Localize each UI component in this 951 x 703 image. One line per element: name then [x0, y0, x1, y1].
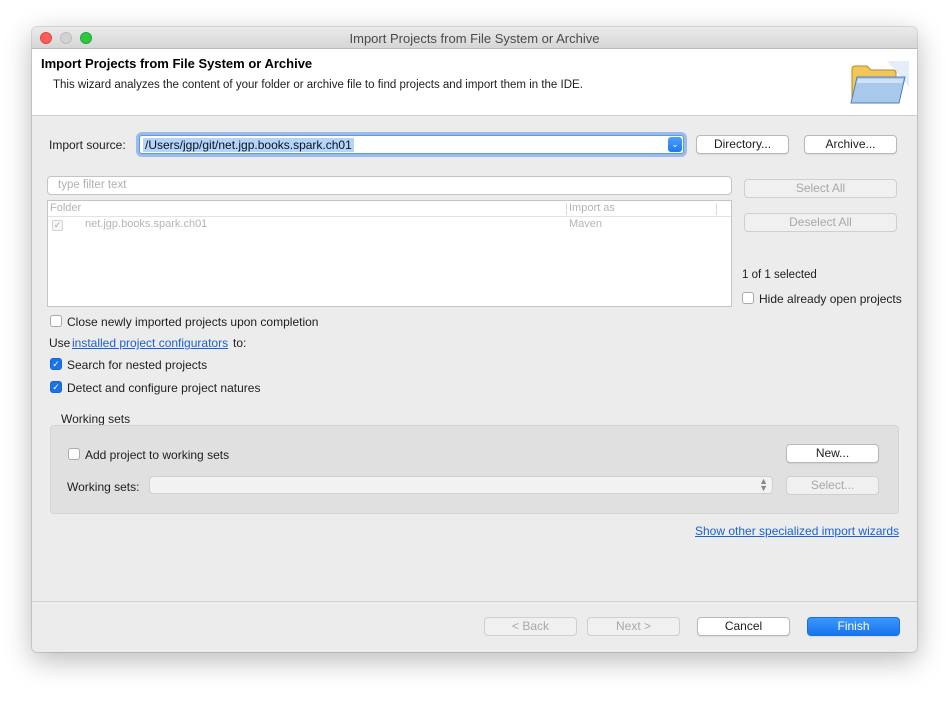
wizard-title: Import Projects from File System or Arch… [41, 56, 313, 71]
projects-table: Folder Import as ✓ net.jgp.books.spark.c… [47, 200, 732, 307]
title-bar: Import Projects from File System or Arch… [32, 27, 917, 49]
configurators-link[interactable]: installed project configurators [72, 336, 228, 350]
to-label: to: [233, 336, 247, 350]
table-header: Folder Import as [48, 201, 731, 217]
new-working-set-button[interactable]: New... [786, 444, 879, 463]
cancel-button[interactable]: Cancel [697, 617, 790, 636]
select-all-button[interactable]: Select All [744, 179, 897, 198]
next-button[interactable]: Next > [587, 617, 680, 636]
finish-button[interactable]: Finish [807, 617, 900, 636]
row-import-as: Maven [569, 218, 603, 230]
select-working-sets-button[interactable]: Select... [786, 476, 879, 495]
search-nested-label[interactable]: Search for nested projects [67, 358, 207, 372]
row-checkbox[interactable]: ✓ [52, 220, 63, 231]
hide-open-projects-label[interactable]: Hide already open projects [759, 292, 902, 306]
close-imported-label[interactable]: Close newly imported projects upon compl… [67, 315, 318, 329]
column-header-folder[interactable]: Folder [50, 202, 81, 214]
column-divider[interactable] [566, 203, 567, 215]
detect-natures-label[interactable]: Detect and configure project natures [67, 381, 260, 395]
selected-count: 1 of 1 selected [742, 269, 817, 281]
chevron-down-icon[interactable]: ⌄ [668, 137, 682, 152]
wizard-description: This wizard analyzes the content of your… [53, 79, 583, 91]
footer-divider [32, 601, 917, 602]
wizard-header: Import Projects from File System or Arch… [32, 49, 917, 116]
other-import-wizards-link[interactable]: Show other specialized import wizards [695, 524, 899, 538]
filter-input[interactable]: type filter text [47, 176, 732, 195]
back-button[interactable]: < Back [484, 617, 577, 636]
hide-open-projects-checkbox[interactable] [742, 292, 754, 304]
window-title: Import Projects from File System or Arch… [349, 31, 600, 46]
working-sets-group [50, 425, 899, 514]
import-source-combo[interactable]: /Users/jgp/git/net.jgp.books.spark.ch01 … [139, 135, 684, 154]
import-source-label: Import source: [49, 138, 126, 152]
detect-natures-checkbox[interactable]: ✓ [50, 381, 62, 393]
use-label: Use [49, 336, 71, 350]
folder-open-icon [850, 61, 909, 104]
column-divider[interactable] [716, 203, 717, 215]
row-folder: net.jgp.books.spark.ch01 [85, 218, 208, 230]
working-sets-combo[interactable]: ▲ ▼ [149, 476, 773, 494]
working-sets-group-label: Working sets [61, 412, 131, 426]
updown-arrows-icon: ▲ ▼ [759, 476, 768, 493]
add-to-working-sets-checkbox[interactable] [68, 448, 80, 460]
search-nested-checkbox[interactable]: ✓ [50, 358, 62, 370]
working-sets-label: Working sets: [67, 480, 140, 494]
import-source-value[interactable]: /Users/jgp/git/net.jgp.books.spark.ch01 [143, 138, 354, 152]
add-to-working-sets-label[interactable]: Add project to working sets [85, 448, 229, 462]
close-imported-checkbox[interactable] [50, 315, 62, 327]
directory-button[interactable]: Directory... [696, 135, 789, 154]
deselect-all-button[interactable]: Deselect All [744, 213, 897, 232]
archive-button[interactable]: Archive... [804, 135, 897, 154]
column-header-import-as[interactable]: Import as [569, 202, 615, 214]
import-wizard-window: Import Projects from File System or Arch… [32, 27, 917, 652]
